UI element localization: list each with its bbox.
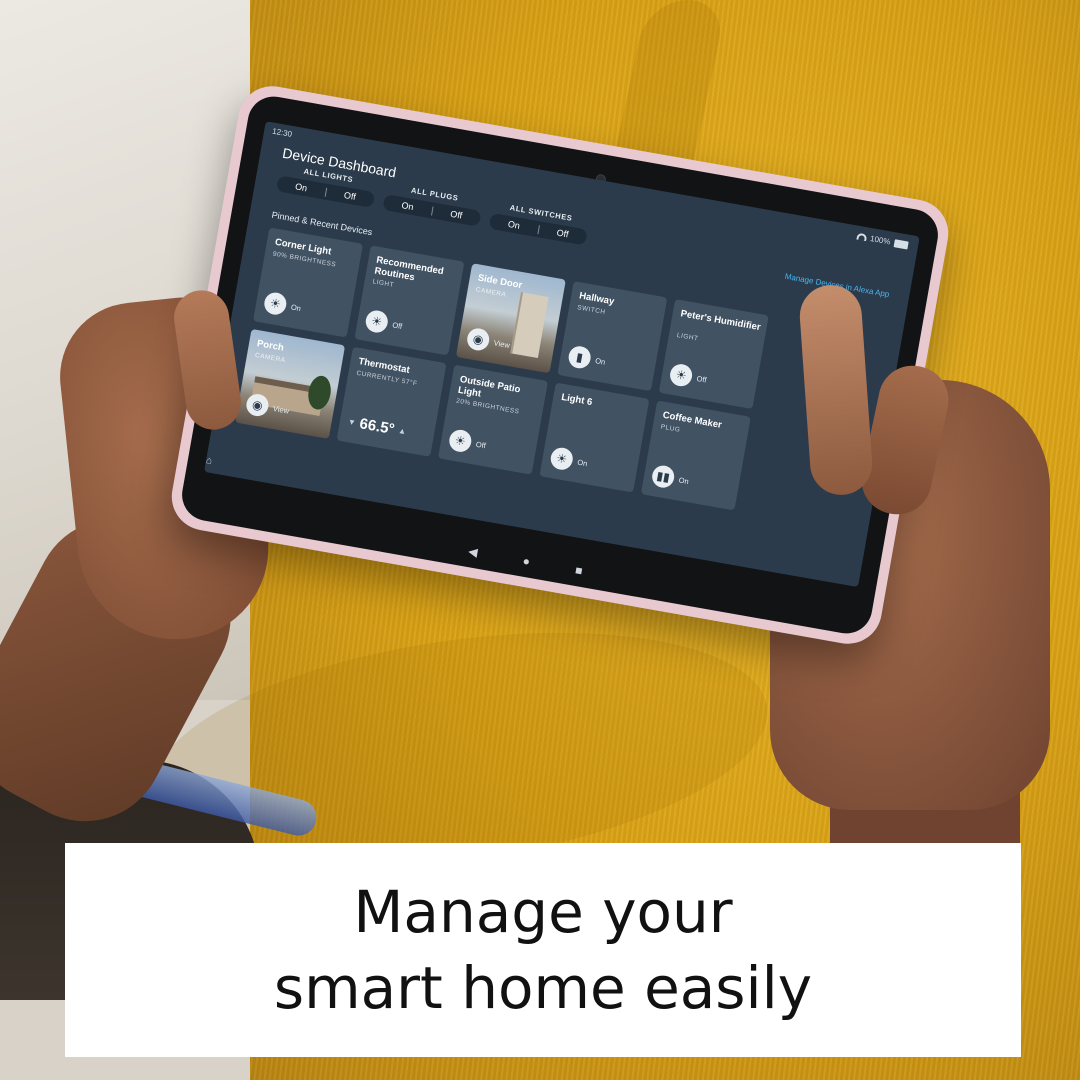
device-state: On [290, 302, 302, 314]
thermostat-setpoint: 66.5° [358, 415, 396, 439]
device-tile-peters-humidifier[interactable]: Peter's Humidifier LIGHT ☀ Off [658, 299, 769, 410]
bulb-icon[interactable]: ☀ [549, 445, 575, 472]
device-tile-thermostat[interactable]: Thermostat CURRENTLY 57°F ▼ 66.5° ▲ [336, 346, 447, 457]
device-tile-light-6[interactable]: Light 6 ☀ On [539, 382, 650, 493]
status-right: 100% [855, 232, 909, 250]
device-state: On [678, 475, 690, 487]
caption-line-1: Manage your [353, 878, 733, 946]
device-tile-coffee-maker[interactable]: Coffee Maker PLUG ▮▮ On [640, 400, 751, 511]
device-tile-corner-light[interactable]: Corner Light 90% BRIGHTNESS ☀ On [252, 227, 364, 338]
battery-level: 100% [869, 234, 892, 247]
bulb-icon[interactable]: ☀ [668, 362, 694, 388]
device-name: Light 6 [560, 391, 594, 409]
bulb-icon[interactable]: ☀ [447, 428, 474, 454]
all-plugs-off-button[interactable]: Off [432, 206, 481, 224]
device-name: Peter's Humidifier [679, 308, 762, 334]
camera-icon[interactable]: ◉ [465, 326, 491, 353]
home-circle-icon[interactable]: ● [522, 554, 532, 569]
device-state: View [493, 338, 511, 350]
device-subtitle: CAMERA [254, 351, 286, 365]
recents-icon[interactable]: ■ [574, 563, 584, 578]
wifi-icon [855, 232, 867, 242]
device-tile-hallway[interactable]: Hallway SWITCH ▮ On [557, 281, 668, 392]
all-lights-on-button[interactable]: On [276, 178, 325, 196]
plug-icon[interactable]: ▮▮ [650, 463, 676, 490]
device-tile-outside-patio-light[interactable]: Outside Patio Light 20% BRIGHTNESS ☀ Off [437, 364, 549, 475]
group-all-plugs: ALL PLUGS On Off [382, 181, 484, 227]
device-tile-side-door[interactable]: Side Door CAMERA ◉ View [455, 263, 566, 374]
all-switches-off-button[interactable]: Off [538, 224, 587, 242]
device-subtitle: CAMERA [475, 286, 507, 299]
all-lights-off-button[interactable]: Off [325, 187, 374, 205]
device-tile-recommended-routines[interactable]: Recommended Routines LIGHT ☀ Off [354, 245, 465, 356]
device-subtitle: LIGHT [676, 331, 699, 343]
increase-temp-icon[interactable]: ▲ [398, 426, 407, 436]
back-icon[interactable]: ◀ [467, 544, 479, 559]
all-switches-on-button[interactable]: On [489, 216, 538, 234]
device-state: Off [391, 320, 403, 331]
bulb-icon[interactable]: ☀ [262, 290, 289, 317]
bulb-icon[interactable]: ☀ [364, 308, 390, 335]
device-subtitle: SWITCH [576, 304, 607, 317]
device-state: Off [475, 439, 487, 451]
caption-box: Manage your smart home easily [65, 843, 1021, 1057]
group-all-switches: ALL SWITCHES On Off [488, 200, 591, 246]
battery-icon [893, 238, 909, 250]
camera-feed-door [510, 292, 549, 359]
switch-icon[interactable]: ▮ [566, 344, 593, 371]
status-time: 12:30 [271, 126, 293, 139]
all-plugs-on-button[interactable]: On [383, 197, 432, 215]
device-grid: Corner Light 90% BRIGHTNESS ☀ On Recomme… [235, 227, 870, 528]
device-state: Off [695, 374, 708, 385]
device-tile-porch[interactable]: Porch CAMERA ◉ View [235, 328, 346, 439]
device-subtitle: PLUG [660, 423, 681, 434]
device-state: View [272, 403, 290, 416]
device-subtitle: LIGHT [372, 278, 395, 289]
decrease-temp-icon[interactable]: ▼ [347, 417, 356, 427]
device-state: On [594, 356, 606, 367]
device-state: On [576, 457, 589, 469]
thermostat-control: ▼ 66.5° ▲ [346, 413, 407, 440]
caption-line-2: smart home easily [273, 954, 813, 1022]
